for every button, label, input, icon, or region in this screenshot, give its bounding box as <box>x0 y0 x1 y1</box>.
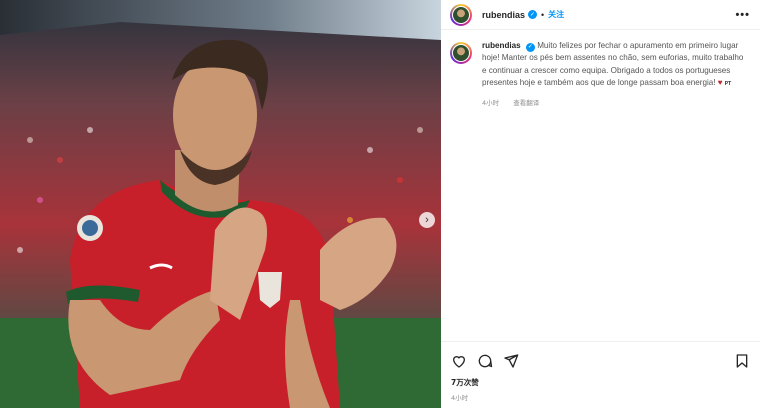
send-icon[interactable] <box>503 353 519 369</box>
player-illustration <box>0 0 441 408</box>
verified-badge-icon: ✓ <box>525 42 535 52</box>
caption-age: 4小时 <box>482 98 500 107</box>
caption-avatar[interactable] <box>450 42 472 64</box>
separator-dot: • <box>541 9 545 20</box>
action-bar <box>441 342 760 370</box>
bookmark-icon[interactable] <box>734 353 750 369</box>
see-translation-link[interactable]: 查看翻译 <box>513 99 539 107</box>
post-side-panel: rubendias ✓ • 关注 ••• rubendias ✓ Muito f… <box>441 0 760 408</box>
caption-comment: rubendias ✓ Muito felizes por fechar o a… <box>441 30 760 107</box>
verified-badge-icon: ✓ <box>528 10 538 19</box>
author-username[interactable]: rubendias <box>482 10 525 20</box>
comment-icon[interactable] <box>477 353 493 369</box>
caption-text-block: rubendias ✓ Muito felizes por fechar o a… <box>482 40 744 91</box>
next-photo-button[interactable]: › <box>419 212 435 228</box>
post-timestamp: 4小时 <box>451 394 469 402</box>
author-avatar[interactable] <box>450 3 472 26</box>
more-options-icon[interactable]: ••• <box>735 9 750 21</box>
heart-icon[interactable] <box>451 353 467 369</box>
follow-button[interactable]: 关注 <box>548 9 564 20</box>
caption-username[interactable]: rubendias <box>482 41 521 50</box>
chevron-right-icon: › <box>425 214 429 226</box>
caption-text: Muito felizes por fechar o apuramento em… <box>482 41 744 88</box>
portugal-flag-emoji: PT <box>724 81 732 88</box>
post-header: rubendias ✓ • 关注 ••• <box>441 0 760 30</box>
red-heart-emoji-icon: ♥ <box>717 78 723 88</box>
likes-count[interactable]: 7万次赞 <box>441 370 760 388</box>
post-actions-section: 7万次赞 4小时 <box>441 341 760 402</box>
caption-meta: 4小时 查看翻译 <box>482 97 744 107</box>
post-photo[interactable]: › <box>0 0 441 408</box>
